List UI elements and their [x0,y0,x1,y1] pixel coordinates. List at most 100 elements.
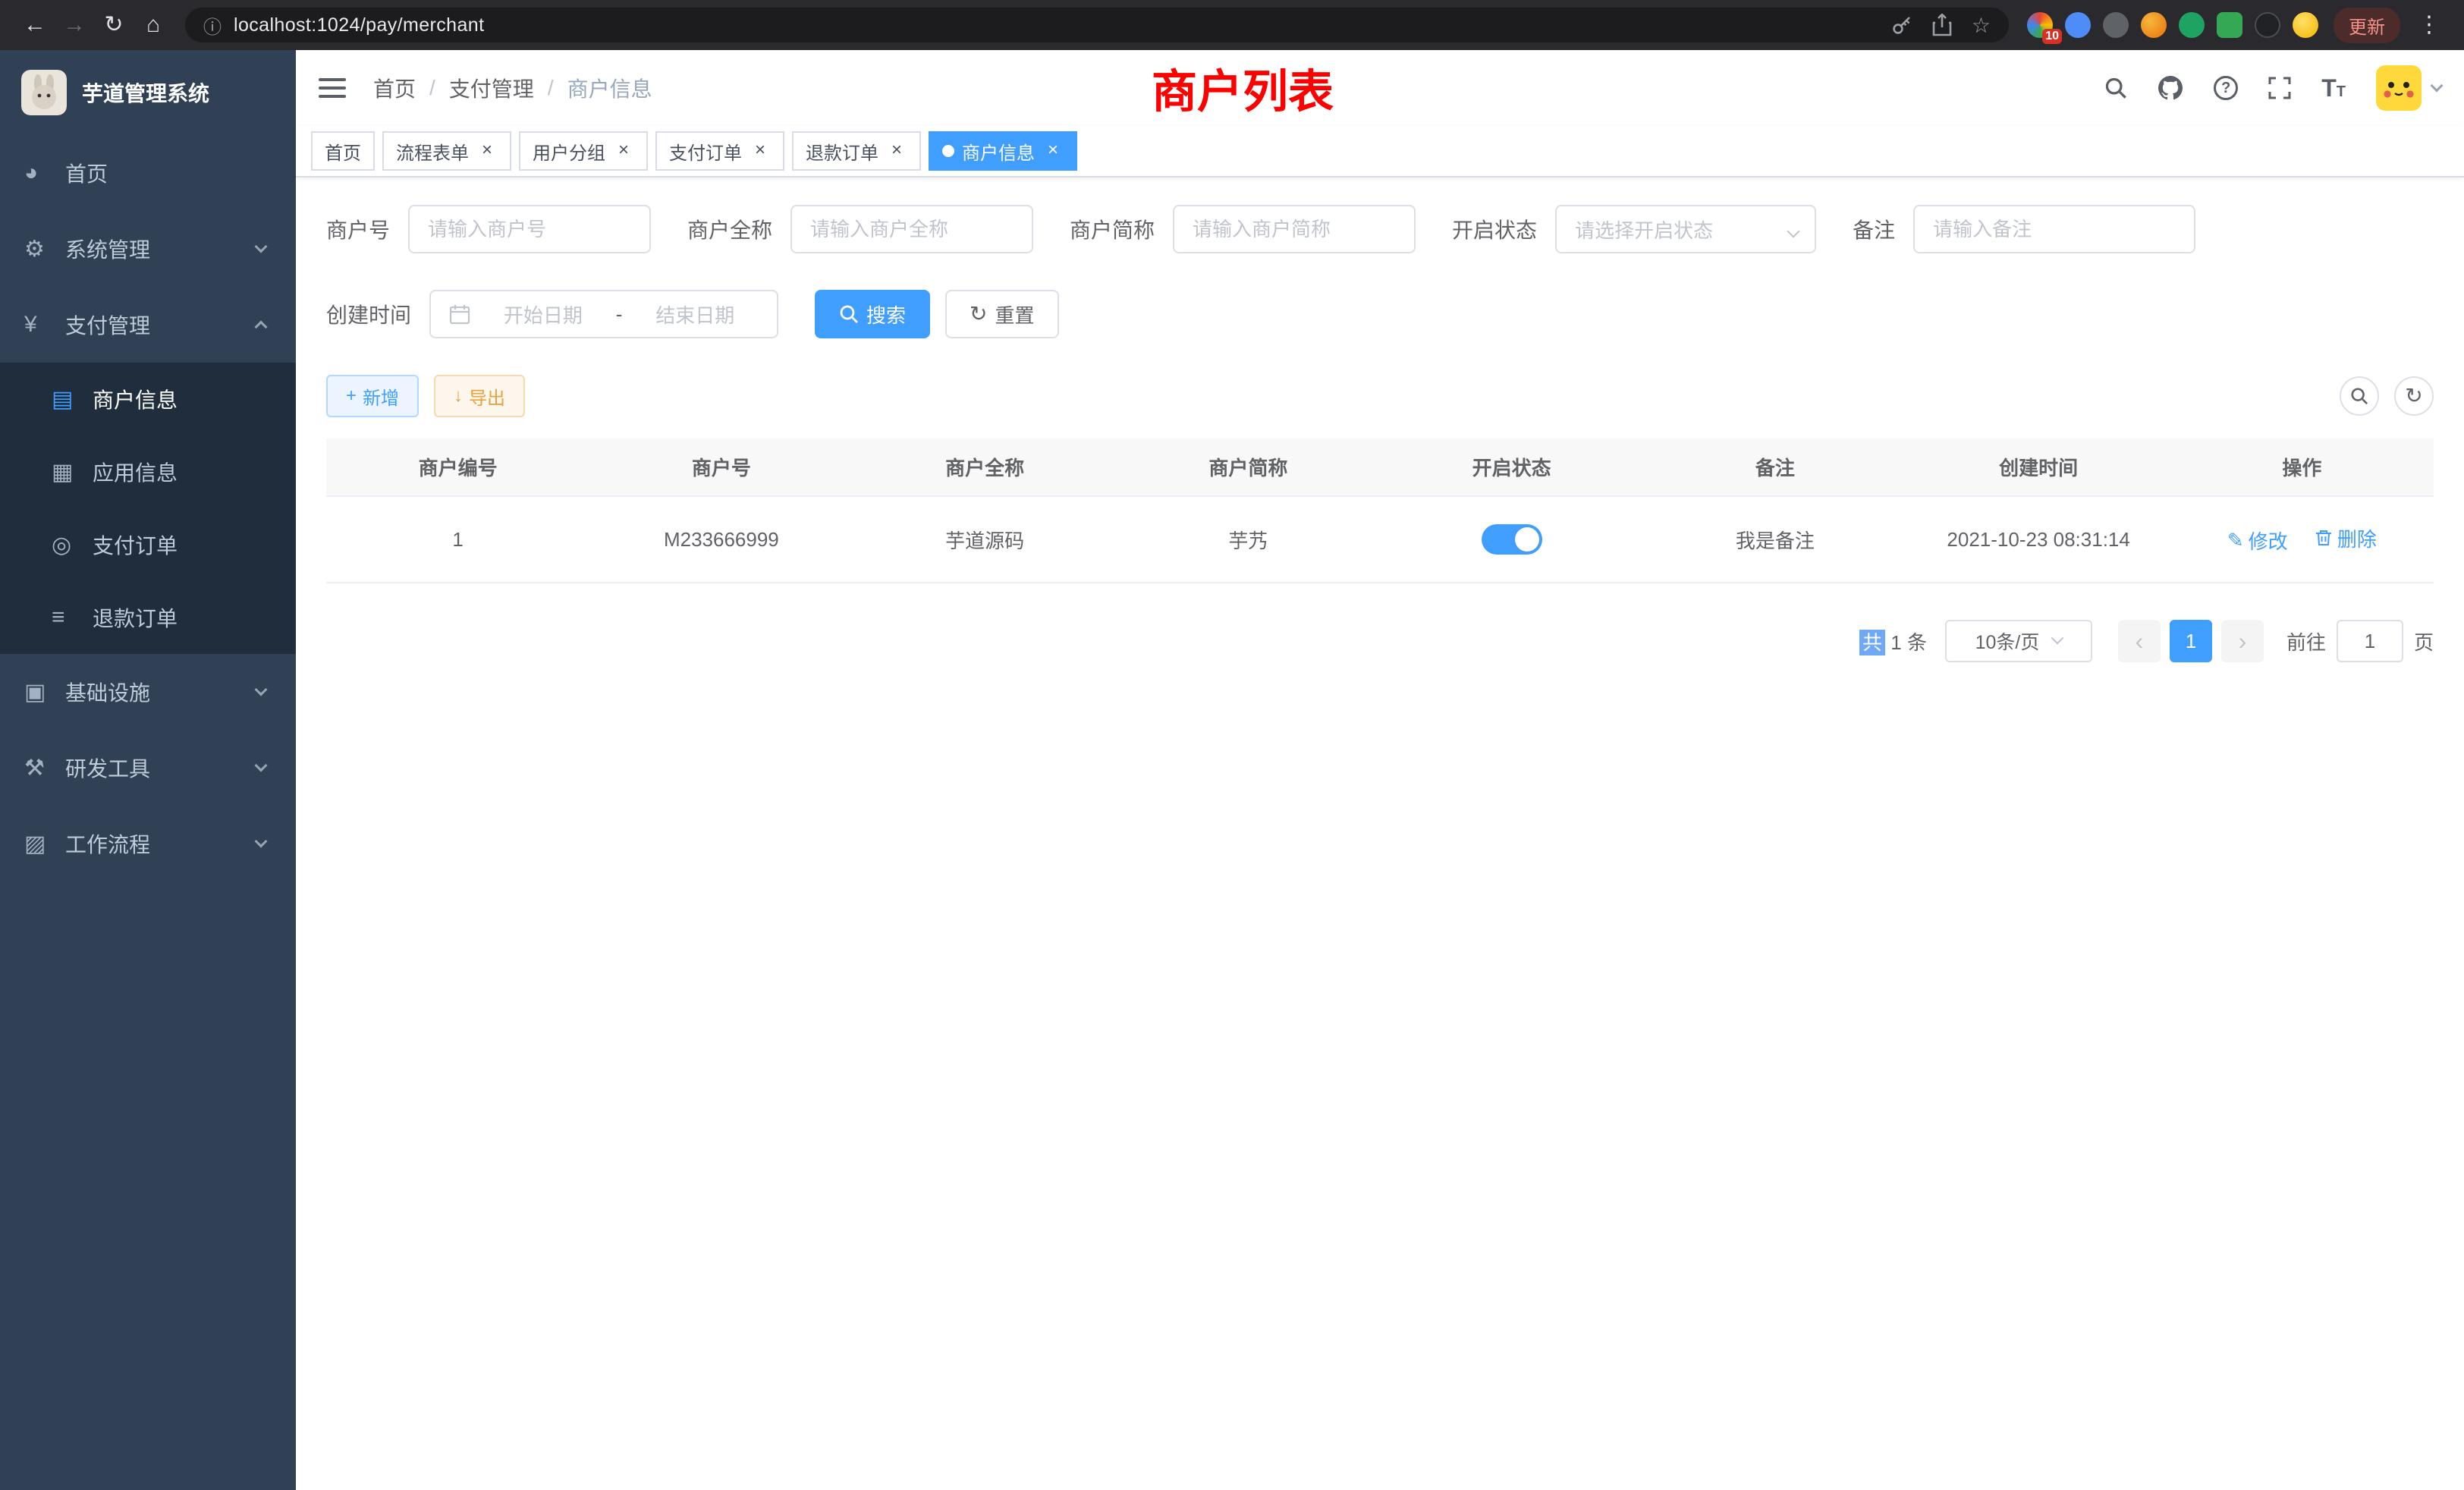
total-count: 共 1 条 [1859,627,1927,655]
export-button[interactable]: ↓ 导出 [434,375,525,417]
cell-merchant-id: 1 [326,496,589,583]
browser-menu-icon[interactable]: ⋮ [2409,5,2449,45]
extension-icon-dark[interactable] [2255,12,2280,38]
short-name-input[interactable] [1173,205,1416,253]
breadcrumb-home[interactable]: 首页 [373,73,416,103]
extension-icon-avatar[interactable] [2293,12,2318,38]
date-range-picker[interactable]: 开始日期 - 结束日期 [429,290,778,338]
status-select[interactable]: 请选择开启状态 [1555,205,1816,253]
tab-label: 用户分组 [533,138,605,165]
close-icon[interactable]: × [1042,140,1064,162]
sidebar-item-workflow[interactable]: ▨ 工作流程 [0,806,296,882]
reset-button[interactable]: ↻ 重置 [945,290,1058,338]
date-separator: - [616,303,623,326]
navbar: 首页 支付管理 商户信息 商户列表 ? TT [296,50,2464,126]
tab-merchant-info[interactable]: 商户信息× [929,131,1077,171]
reload-icon[interactable]: ↻ [94,5,134,45]
cell-actions: ✎ 修改 删除 [2170,496,2434,583]
sidebar-item-home[interactable]: ◕ 首页 [0,135,296,211]
delete-link[interactable]: 删除 [2315,524,2377,552]
site-info-icon[interactable]: ⓘ [203,12,222,39]
sidebar-logo[interactable]: 芋道管理系统 [0,50,296,135]
sidebar-item-dev-tools[interactable]: ⚒ 研发工具 [0,730,296,806]
merchant-no-input[interactable] [408,205,651,253]
fullscreen-icon[interactable] [2268,77,2291,99]
chrome-update-button[interactable]: 更新 [2334,8,2400,43]
bookmark-star-icon[interactable]: ☆ [1972,13,1991,38]
merchant-no-label: 商户号 [326,214,408,244]
github-icon[interactable] [2158,75,2183,101]
tab-process-form[interactable]: 流程表单× [382,131,511,171]
extension-icon-green-check[interactable] [2179,12,2205,38]
document-icon: ≡ [52,605,93,630]
page-size-select[interactable]: 10条/页 [1945,620,2092,662]
extension-icon-colorful[interactable]: 10 [2027,12,2053,38]
tab-refund-orders[interactable]: 退款订单× [792,131,921,171]
cell-merchant-no: M233666999 [589,496,853,583]
breadcrumb-separator [429,76,435,100]
active-dot [942,145,954,157]
forward-icon[interactable]: → [55,5,94,45]
chevron-up-icon [255,321,268,334]
col-merchant-id: 商户编号 [326,439,589,496]
breadcrumb-payment[interactable]: 支付管理 [449,73,534,103]
page-content: 商户号 商户全称 商户简称 开启状态 请选择开启状态 [296,178,2464,1490]
next-page-button[interactable]: › [2221,620,2264,662]
password-key-icon[interactable] [1891,14,1912,36]
page-number-1[interactable]: 1 [2170,620,2212,662]
extension-icon-blue[interactable] [2065,12,2091,38]
chevron-down-icon [2051,632,2064,645]
edit-link[interactable]: ✎ 修改 [2227,527,2288,555]
sidebar-item-infrastructure[interactable]: ▣ 基础设施 [0,654,296,730]
filter-row-1: 商户号 商户全称 商户简称 开启状态 请选择开启状态 [326,205,2434,253]
avatar[interactable] [2376,65,2422,111]
search-button[interactable]: 搜索 [815,290,930,338]
home-icon[interactable]: ⌂ [134,5,173,45]
close-icon[interactable]: × [750,140,771,162]
hamburger-icon[interactable] [319,78,346,98]
search-icon[interactable] [2104,77,2127,99]
help-icon[interactable]: ? [2214,76,2238,100]
prev-page-button[interactable]: ‹ [2118,620,2161,662]
sidebar-item-label: 支付管理 [65,310,150,340]
tab-pay-orders[interactable]: 支付订单× [655,131,784,171]
back-icon[interactable]: ← [15,5,55,45]
full-name-input[interactable] [790,205,1033,253]
remark-input[interactable] [1913,205,2195,253]
sidebar-item-pay-orders[interactable]: ◎ 支付订单 [0,508,296,581]
goto-page-input[interactable] [2337,620,2403,662]
navbar-actions: ? TT [2104,65,2441,111]
sidebar-item-label: 系统管理 [65,234,150,264]
sidebar-item-app-info[interactable]: ▦ 应用信息 [0,435,296,508]
font-size-icon[interactable]: TT [2321,76,2346,100]
sidebar-item-refund-orders[interactable]: ≡ 退款订单 [0,581,296,654]
user-menu[interactable] [2376,65,2441,111]
share-icon[interactable] [1932,14,1952,36]
status-toggle[interactable] [1482,524,1542,555]
close-icon[interactable]: × [886,140,907,162]
refresh-table-button[interactable]: ↻ [2394,376,2434,416]
tools-icon: ⚒ [24,755,65,781]
extension-icon-gray[interactable] [2103,12,2129,38]
cell-status [1380,496,1643,583]
close-icon[interactable]: × [476,140,498,162]
tab-user-group[interactable]: 用户分组 × [519,131,648,171]
tab-home[interactable]: 首页 [311,131,375,171]
pagination: 共 1 条 10条/页 ‹ 1 › 前往 页 [326,620,2434,662]
sidebar-item-label: 商户信息 [93,384,178,414]
remark-label: 备注 [1853,214,1913,244]
close-icon[interactable]: × [613,140,634,162]
add-button[interactable]: + 新增 [326,375,419,417]
gear-icon: ⚙ [24,236,65,262]
right-toolbar: ↻ [2340,376,2434,416]
sidebar-item-payment[interactable]: ¥ 支付管理 [0,287,296,363]
extension-icon-orange[interactable] [2141,12,2167,38]
search-icon [839,304,859,324]
sidebar-item-label: 退款订单 [93,602,178,633]
reset-button-label: 重置 [995,300,1035,328]
show-search-button[interactable] [2340,376,2379,416]
extension-icon-green-square[interactable] [2217,12,2242,38]
sidebar-item-merchant-info[interactable]: ▤ 商户信息 [0,363,296,435]
sidebar-item-system[interactable]: ⚙ 系统管理 [0,211,296,287]
address-bar[interactable]: ⓘ localhost:1024/pay/merchant ☆ [185,8,2009,42]
